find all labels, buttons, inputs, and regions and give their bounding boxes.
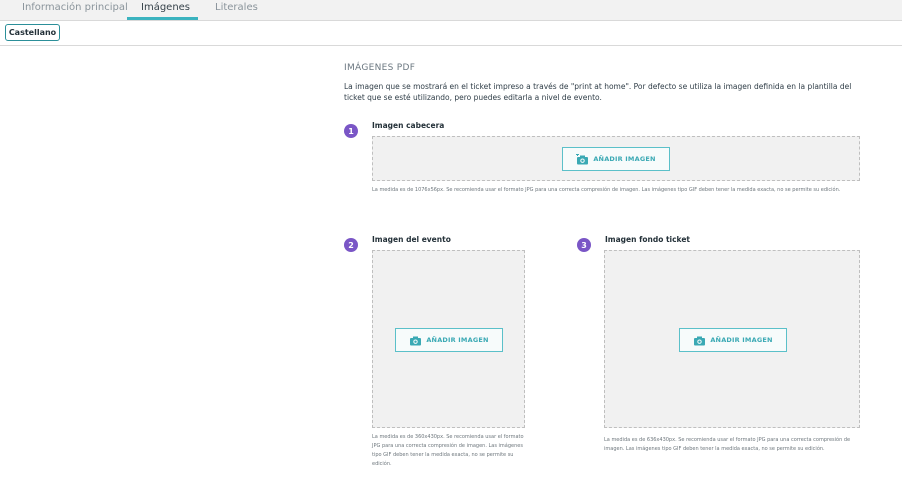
add-image-label: AÑADIR IMAGEN [593, 155, 656, 163]
dropzone-imagen-cabecera[interactable]: AÑADIR IMAGEN [372, 136, 860, 181]
note-imagen-evento: La medida es de 360x430px. Se recomienda… [372, 434, 524, 467]
section-title: IMÁGENES PDF [344, 63, 416, 73]
camera-add-icon [409, 331, 422, 350]
step-badge-3: 3 [577, 238, 591, 252]
tab-informacion-principal[interactable]: Información principal [22, 2, 128, 18]
camera-add-icon [576, 150, 589, 169]
label-imagen-evento: Imagen del evento [372, 235, 451, 244]
active-tab-indicator [127, 17, 198, 20]
section-description: La imagen que se mostrará en el ticket i… [344, 82, 852, 102]
note-imagen-fondo-ticket: La medida es de 636x430px. Se recomienda… [604, 437, 851, 452]
add-image-button-evento[interactable]: AÑADIR IMAGEN [395, 328, 503, 352]
add-image-button-cabecera[interactable]: AÑADIR IMAGEN [562, 147, 670, 171]
dropzone-imagen-fondo-ticket[interactable]: AÑADIR IMAGEN [604, 250, 860, 428]
step-badge-2: 2 [344, 238, 358, 252]
tab-imagenes[interactable]: Imágenes [141, 2, 190, 18]
camera-add-icon [693, 331, 706, 350]
divider [0, 45, 902, 46]
add-image-button-fondo-ticket[interactable]: AÑADIR IMAGEN [679, 328, 787, 352]
tab-bar: Información principal Imágenes Literales [0, 0, 902, 21]
tab-literales[interactable]: Literales [215, 2, 258, 18]
label-imagen-fondo-ticket: Imagen fondo ticket [605, 235, 691, 244]
add-image-label: AÑADIR IMAGEN [710, 336, 773, 344]
add-image-label: AÑADIR IMAGEN [426, 336, 489, 344]
language-button-castellano[interactable]: Castellano [5, 24, 60, 41]
step-badge-1: 1 [344, 124, 358, 138]
label-imagen-cabecera: Imagen cabecera [372, 121, 445, 130]
dropzone-imagen-evento[interactable]: AÑADIR IMAGEN [372, 250, 525, 428]
note-imagen-cabecera: La medida es de 1076x56px. Se recomienda… [372, 187, 841, 193]
